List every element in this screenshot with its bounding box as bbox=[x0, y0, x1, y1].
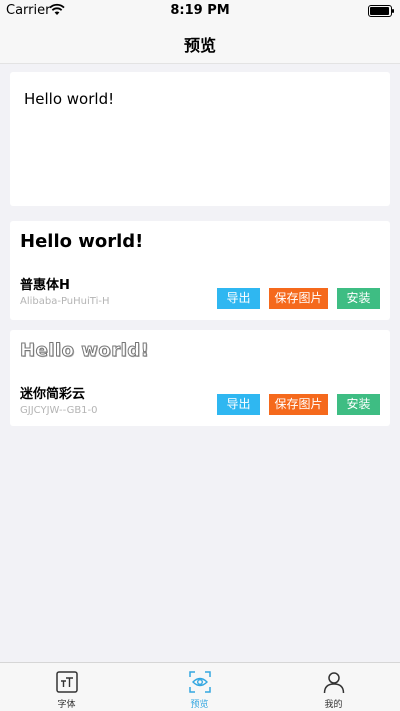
status-time: 8:19 PM bbox=[170, 3, 230, 18]
preview-eye-icon bbox=[189, 671, 211, 693]
navigation-bar: 预览 bbox=[0, 22, 400, 64]
export-button[interactable]: 导出 bbox=[217, 394, 260, 415]
page-title: 预览 bbox=[183, 36, 216, 55]
preview-text-input[interactable]: Hello world! bbox=[10, 72, 390, 206]
font-icon bbox=[56, 671, 78, 693]
font-card: Hello world! 迷你简彩云 GJJCYJW--GB1-0 导出 保存图… bbox=[10, 330, 390, 426]
font-name: 迷你简彩云 bbox=[20, 387, 86, 402]
install-button[interactable]: 安装 bbox=[337, 394, 380, 415]
export-button[interactable]: 导出 bbox=[217, 288, 260, 309]
tab-label: 我的 bbox=[324, 700, 343, 710]
font-name: 普惠体H bbox=[20, 278, 70, 293]
tab-mine[interactable]: 我的 bbox=[267, 663, 400, 711]
tab-label: 字体 bbox=[57, 700, 76, 710]
battery-icon bbox=[368, 5, 394, 17]
font-postscript-name: Alibaba-PuHuiTi-H bbox=[20, 296, 110, 307]
save-image-button[interactable]: 保存图片 bbox=[269, 288, 328, 309]
font-card: Hello world! 普惠体H Alibaba-PuHuiTi-H 导出 保… bbox=[10, 221, 390, 320]
user-icon bbox=[323, 672, 345, 694]
font-postscript-name: GJJCYJW--GB1-0 bbox=[20, 405, 98, 416]
preview-text-value: Hello world! bbox=[24, 90, 115, 108]
status-bar: Carrier 8:19 PM bbox=[0, 0, 400, 22]
font-preview-text: Hello world! bbox=[20, 231, 144, 252]
install-button[interactable]: 安装 bbox=[337, 288, 380, 309]
battery-level-fill bbox=[370, 7, 389, 15]
font-preview-text: Hello world! bbox=[19, 340, 150, 362]
tab-bar: 字体 预览 我的 bbox=[0, 662, 400, 711]
tab-preview[interactable]: 预览 bbox=[133, 663, 266, 711]
save-image-button[interactable]: 保存图片 bbox=[269, 394, 328, 415]
tab-fonts[interactable]: 字体 bbox=[0, 663, 133, 711]
tab-label: 预览 bbox=[190, 700, 209, 710]
